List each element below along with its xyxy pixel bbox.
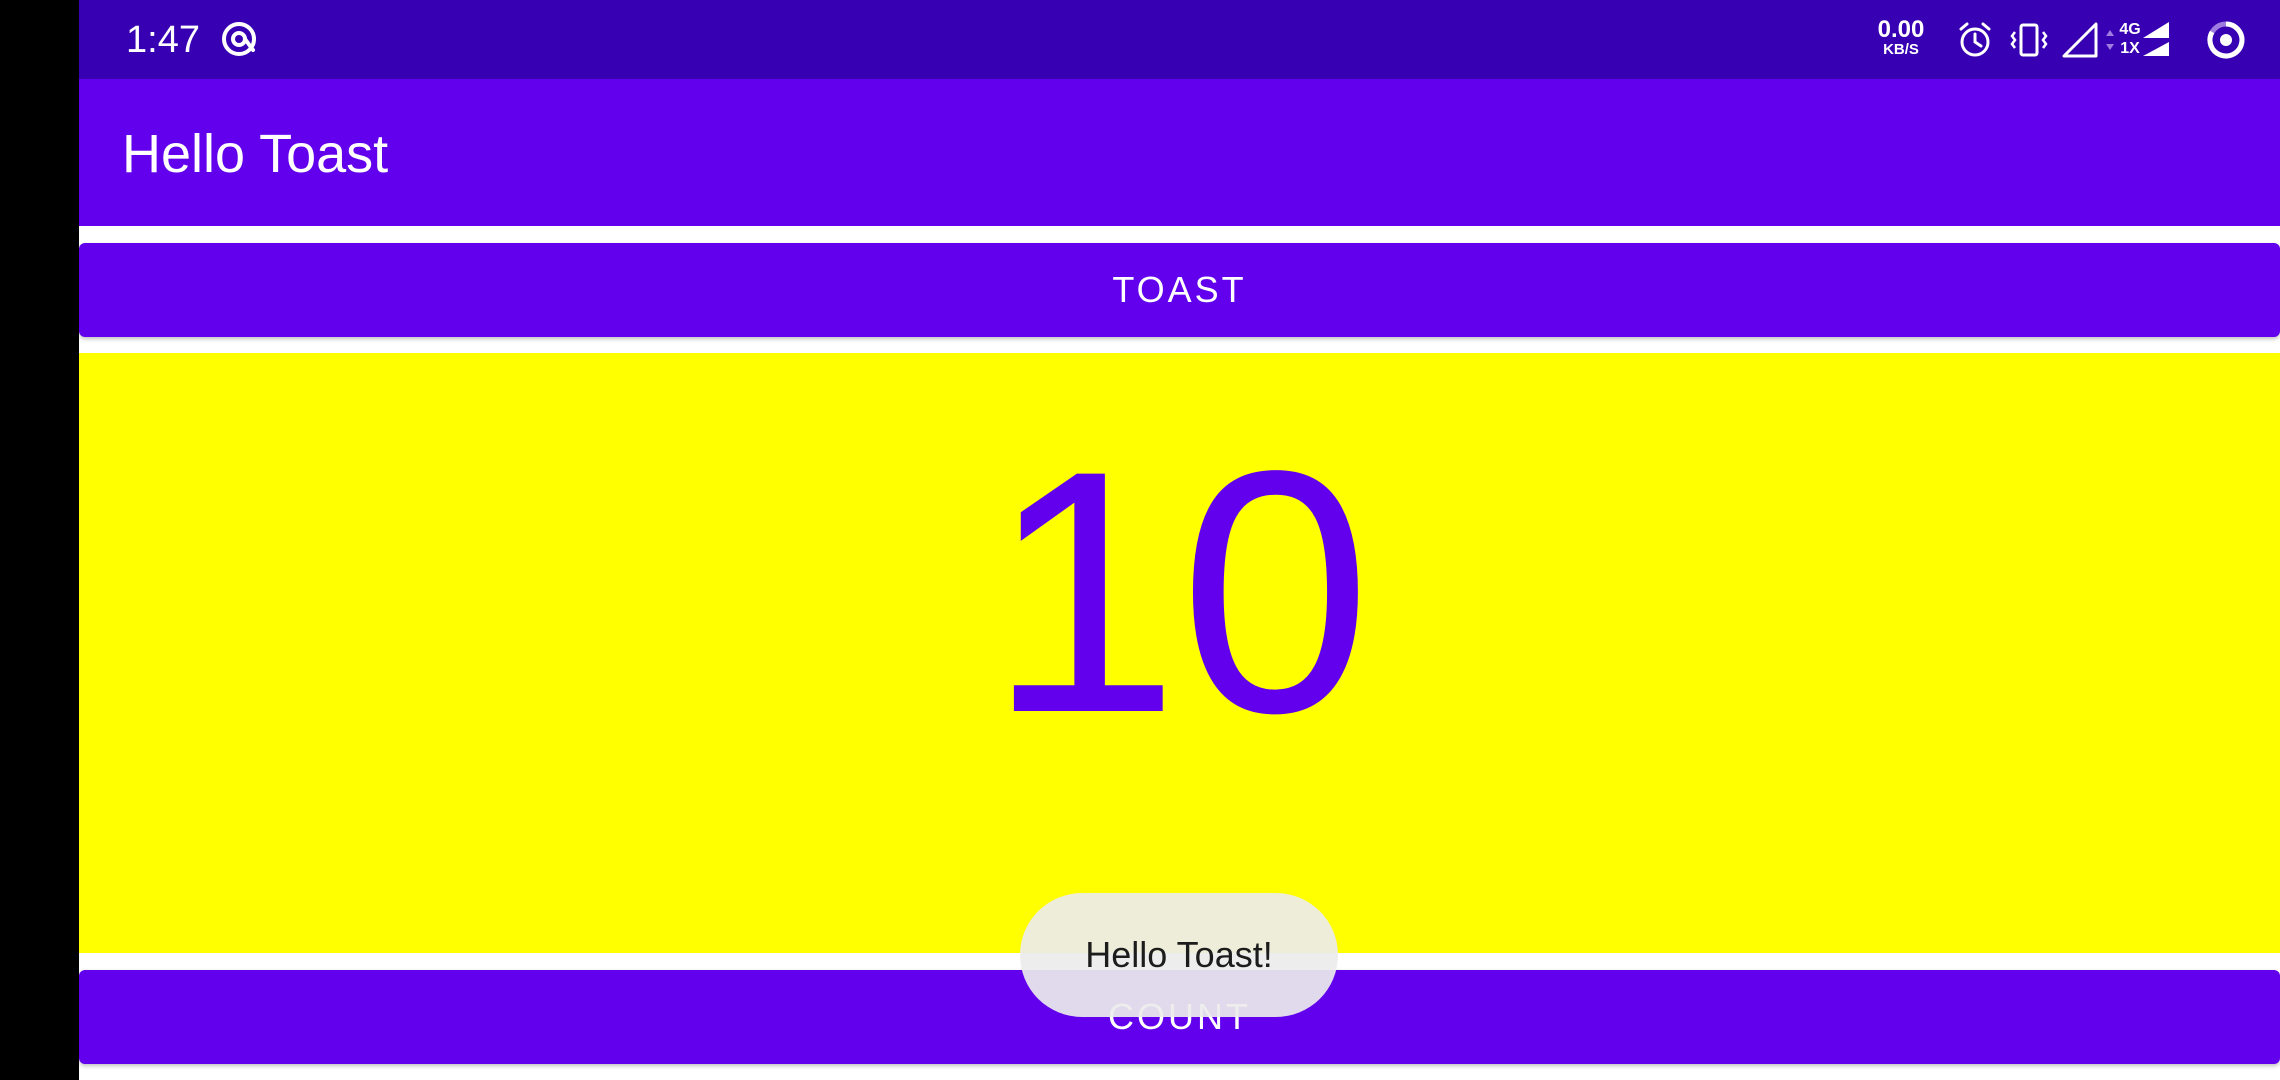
network-type-label: 4G 1X [2118,20,2142,58]
status-time: 1:47 [126,19,200,61]
alarm-icon [1959,22,1991,57]
battery-ring-icon [2207,21,2245,59]
toast-message: Hello Toast! [1020,893,1338,1017]
vibrate-icon [2010,23,2048,57]
toast-button-label: TOAST [1112,269,1247,310]
signal-4g-icon [2143,22,2169,56]
app-title: Hello Toast [122,124,389,184]
net-speed: 0.00 KB/S [1871,18,1931,58]
net-speed-value: 0.00 [1877,16,1925,43]
status-icons: 0.00 KB/S 4G 1X [1860,0,2280,79]
sim-slot: 1X [2120,40,2140,57]
app-bar: Hello Toast [79,79,2280,226]
signal-icon [2062,22,2098,58]
network-type: 4G [2119,21,2141,38]
toast-message-text: Hello Toast! [1085,934,1273,975]
counter-value: 10 [987,400,1372,785]
status-bar: 1:47 0.00 KB/S 4G 1X [79,0,2280,79]
net-speed-unit: KB/S [1883,41,1919,58]
app-screen: 1:47 0.00 KB/S 4G 1X Hello Toast TOAST 1… [79,0,2280,1080]
toast-button[interactable]: TOAST [79,243,2280,337]
counter-panel: 10 [79,353,2280,953]
cast-at-icon [222,22,256,56]
data-arrows-icon [2106,30,2114,50]
